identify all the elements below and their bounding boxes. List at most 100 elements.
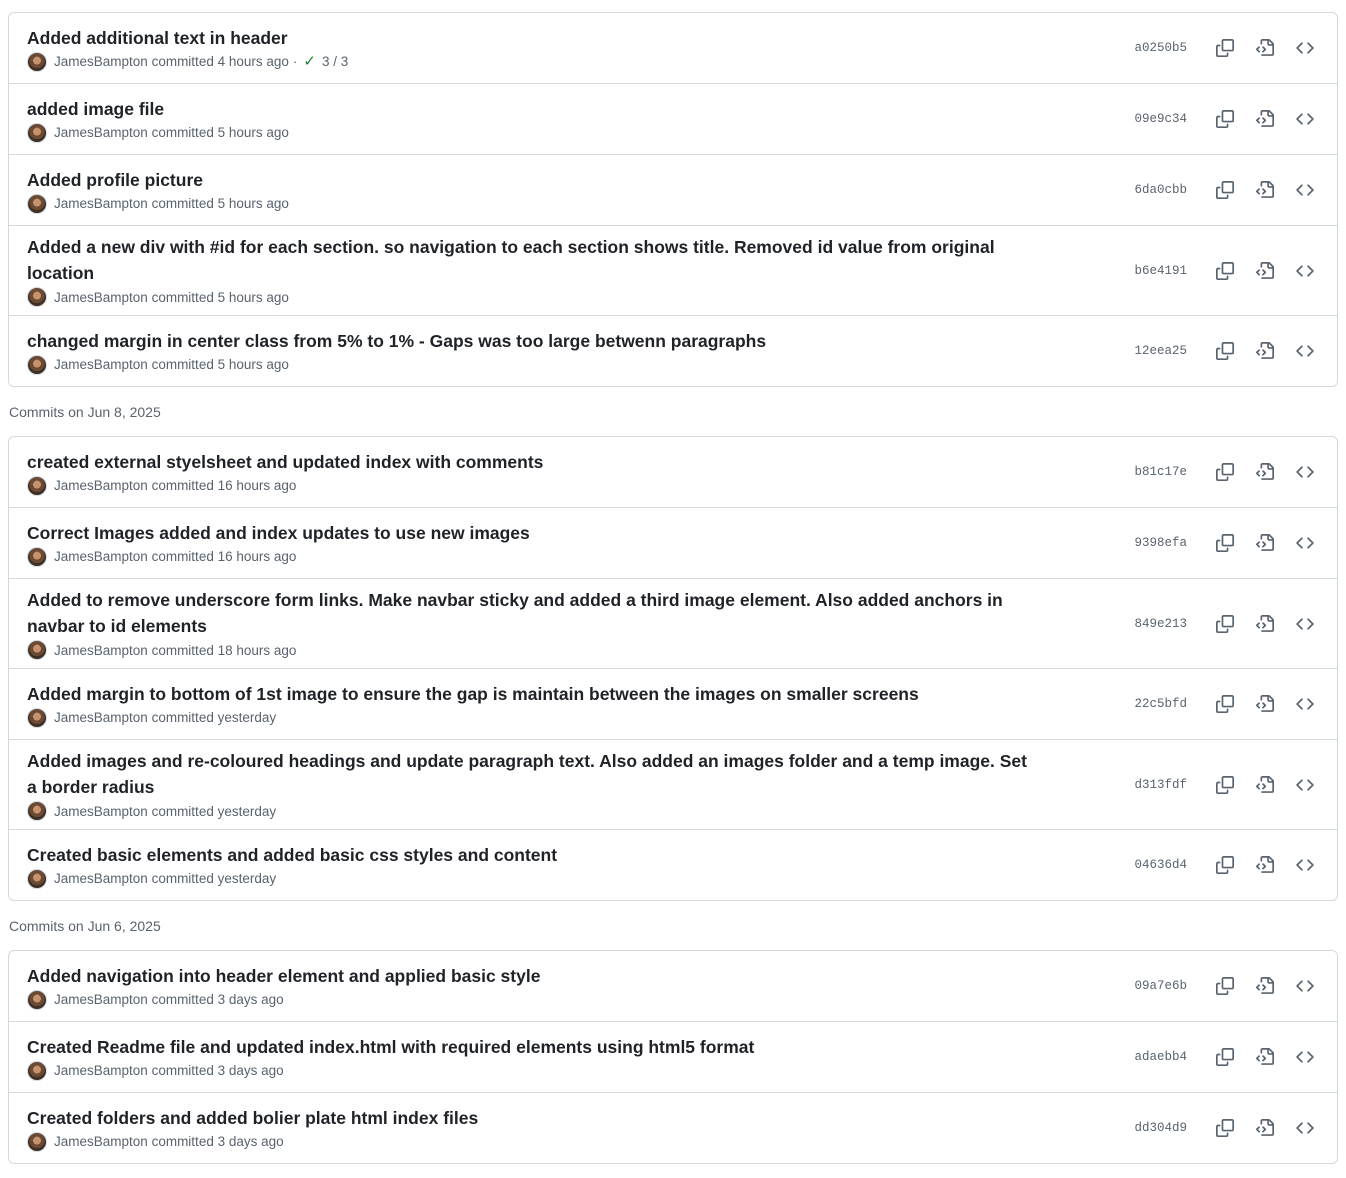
commit-sha-link[interactable]: 9398efa [1134,536,1187,550]
view-commit-details-button[interactable] [1249,104,1281,134]
browse-repository-button[interactable] [1289,336,1321,366]
commit-sha-link[interactable]: b81c17e [1134,465,1187,479]
browse-repository-button[interactable] [1289,609,1321,639]
commit-sha-link[interactable]: dd304d9 [1134,1121,1187,1135]
browse-repository-button[interactable] [1289,1042,1321,1072]
avatar[interactable] [27,475,47,496]
view-commit-details-button[interactable] [1249,1042,1281,1072]
browse-repository-button[interactable] [1289,175,1321,205]
commit-message-link[interactable]: changed margin in center class from 5% t… [27,328,1037,354]
copy-sha-button[interactable] [1209,33,1241,63]
commit-sha-link[interactable]: adaebb4 [1134,1050,1187,1064]
avatar[interactable] [27,122,47,143]
browse-repository-button[interactable] [1289,256,1321,286]
commit-author-link[interactable]: JamesBampton [54,125,148,140]
commit-message-link[interactable]: Added margin to bottom of 1st image to e… [27,681,1037,707]
browse-repository-button[interactable] [1289,971,1321,1001]
commit-author-link[interactable]: JamesBampton [54,196,148,211]
commit-message-link[interactable]: created external styelsheet and updated … [27,449,1037,475]
avatar[interactable] [27,51,47,72]
commit-message-link[interactable]: Created folders and added bolier plate h… [27,1105,1037,1131]
commit-message-link[interactable]: Correct Images added and index updates t… [27,520,1037,546]
avatar[interactable] [27,640,47,660]
commit-author-link[interactable]: JamesBampton [54,871,148,886]
commit-message-link[interactable]: Created Readme file and updated index.ht… [27,1034,1037,1060]
avatar[interactable] [27,801,47,821]
commit-author-link[interactable]: JamesBampton [54,357,148,372]
commit-author-link[interactable]: JamesBampton [54,549,148,564]
commit-message-link[interactable]: Added additional text in header [27,25,1037,51]
commit-author-link[interactable]: JamesBampton [54,290,148,305]
commit-sha-link[interactable]: 6da0cbb [1134,183,1187,197]
copy-sha-button[interactable] [1209,971,1241,1001]
copy-sha-button[interactable] [1209,609,1241,639]
copy-sha-button[interactable] [1209,850,1241,880]
browse-repository-button[interactable] [1289,850,1321,880]
commit-sha-link[interactable]: 09a7e6b [1134,979,1187,993]
commit-sha-link[interactable]: 22c5bfd [1134,697,1187,711]
view-commit-details-button[interactable] [1249,1113,1281,1143]
commit-author-link[interactable]: JamesBampton [54,1134,148,1149]
copy-sha-button[interactable] [1209,1042,1241,1072]
browse-repository-button[interactable] [1289,104,1321,134]
copy-sha-button[interactable] [1209,256,1241,286]
commit-sha-link[interactable]: 849e213 [1134,617,1187,631]
copy-sha-button[interactable] [1209,175,1241,205]
commit-message-link[interactable]: Created basic elements and added basic c… [27,842,1037,868]
view-commit-details-button[interactable] [1249,850,1281,880]
avatar[interactable] [27,1060,47,1081]
commit-message-link[interactable]: Added to remove underscore form links. M… [27,587,1037,639]
avatar[interactable] [27,546,47,567]
view-commit-details-button[interactable] [1249,528,1281,558]
browse-repository-button[interactable] [1289,33,1321,63]
view-commit-details-button[interactable] [1249,609,1281,639]
commit-author-link[interactable]: JamesBampton [54,710,148,725]
browse-repository-button[interactable] [1289,770,1321,800]
view-commit-details-button[interactable] [1249,457,1281,487]
commit-sha-link[interactable]: a0250b5 [1134,41,1187,55]
avatar[interactable] [27,868,47,889]
view-commit-details-button[interactable] [1249,770,1281,800]
commit-message-link[interactable]: Added a new div with #id for each sectio… [27,234,1037,286]
commit-author-link[interactable]: JamesBampton [54,478,148,493]
commit-time: yesterday [217,710,277,725]
commit-author-link[interactable]: JamesBampton [54,1063,148,1078]
commit-sha-link[interactable]: d313fdf [1134,778,1187,792]
commit-author-link[interactable]: JamesBampton [54,992,148,1007]
avatar[interactable] [27,989,47,1010]
commit-sha-link[interactable]: 12eea25 [1134,344,1187,358]
copy-sha-button[interactable] [1209,528,1241,558]
view-commit-details-button[interactable] [1249,33,1281,63]
view-commit-details-button[interactable] [1249,336,1281,366]
commit-author-link[interactable]: JamesBampton [54,643,148,658]
commit-sha-link[interactable]: 04636d4 [1134,858,1187,872]
view-commit-details-button[interactable] [1249,256,1281,286]
commit-sha-link[interactable]: b6e4191 [1134,264,1187,278]
view-commit-details-button[interactable] [1249,175,1281,205]
commit-author-link[interactable]: JamesBampton [54,804,148,819]
commit-message-link[interactable]: Added navigation into header element and… [27,963,1037,989]
avatar[interactable] [27,707,47,728]
avatar[interactable] [27,1131,47,1152]
avatar[interactable] [27,354,47,375]
commit-message-link[interactable]: Added profile picture [27,167,1037,193]
commit-sha-link[interactable]: 09e9c34 [1134,112,1187,126]
copy-sha-button[interactable] [1209,457,1241,487]
checks-status[interactable]: ✓ 3 / 3 [301,54,348,69]
commit-author-link[interactable]: JamesBampton [54,54,148,69]
copy-sha-button[interactable] [1209,1113,1241,1143]
view-commit-details-button[interactable] [1249,971,1281,1001]
commit-message-link[interactable]: added image file [27,96,1037,122]
copy-sha-button[interactable] [1209,336,1241,366]
copy-sha-button[interactable] [1209,104,1241,134]
browse-repository-button[interactable] [1289,689,1321,719]
avatar[interactable] [27,287,47,307]
browse-repository-button[interactable] [1289,457,1321,487]
commit-message-link[interactable]: Added images and re-coloured headings an… [27,748,1037,800]
copy-sha-button[interactable] [1209,770,1241,800]
browse-repository-button[interactable] [1289,528,1321,558]
view-commit-details-button[interactable] [1249,689,1281,719]
browse-repository-button[interactable] [1289,1113,1321,1143]
copy-sha-button[interactable] [1209,689,1241,719]
avatar[interactable] [27,193,47,214]
